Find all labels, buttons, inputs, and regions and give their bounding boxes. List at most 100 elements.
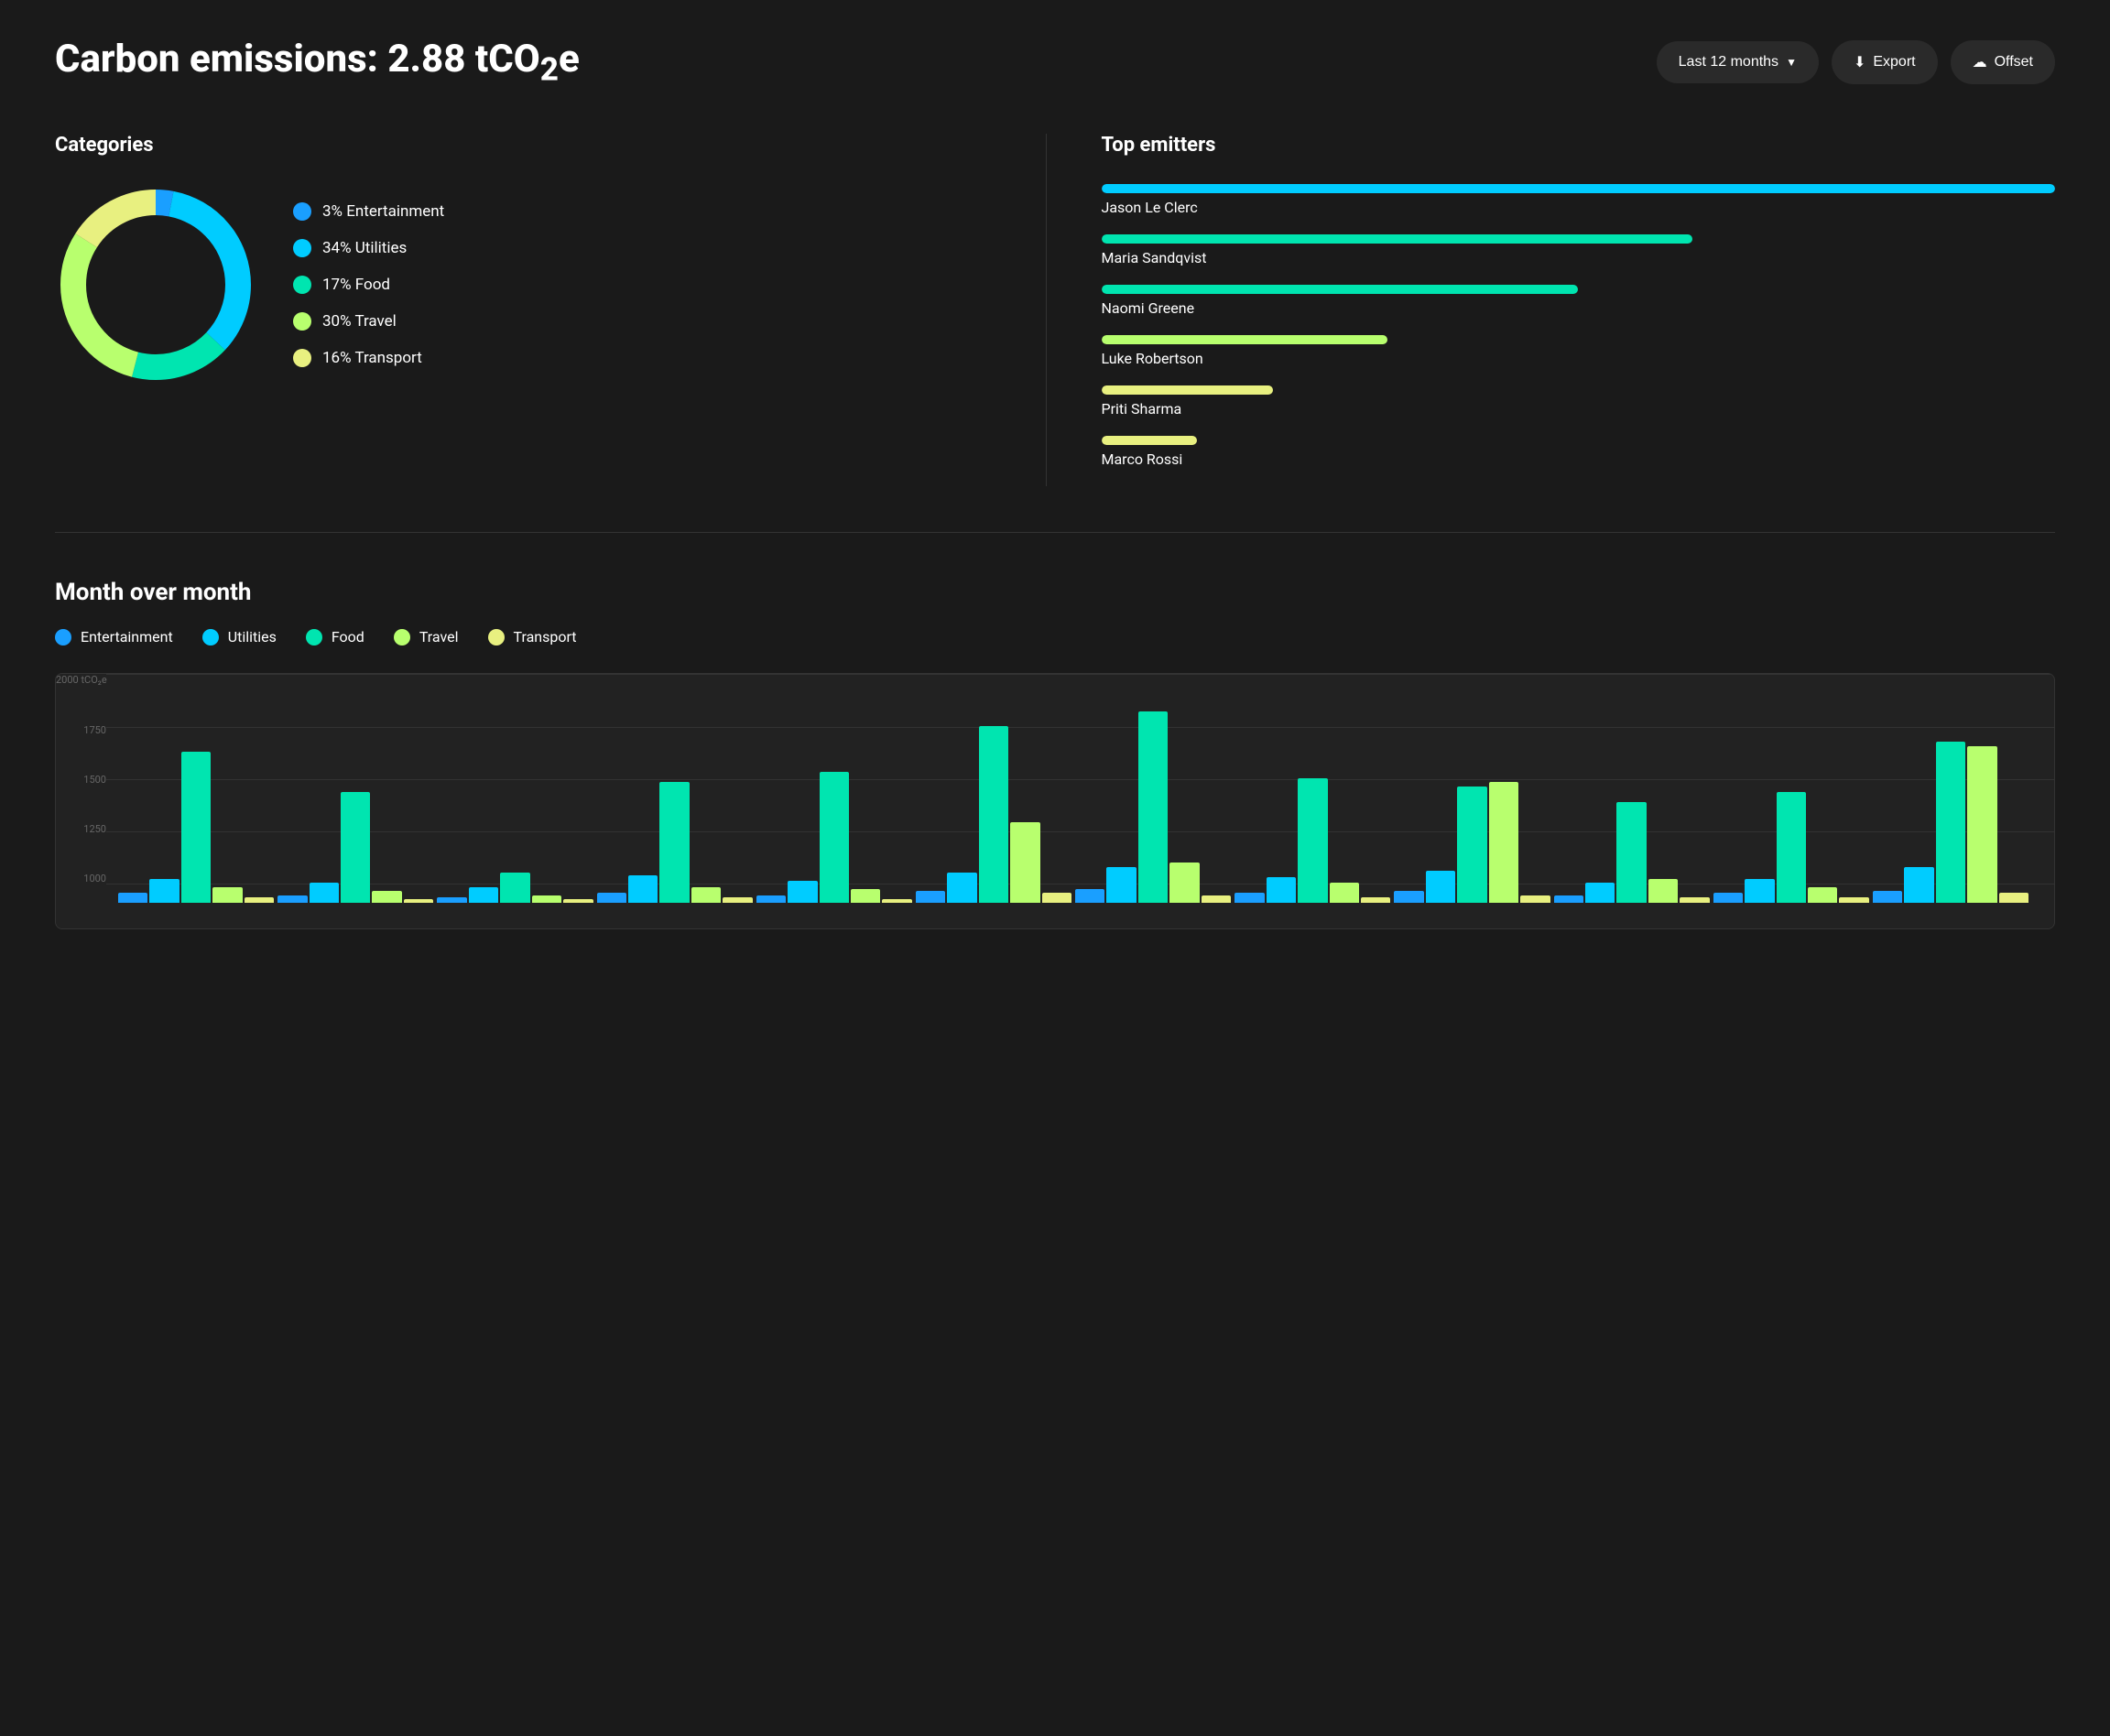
mom-legend: Entertainment Utilities Food Travel Tran… <box>55 628 2055 646</box>
legend-entertainment: 3% Entertainment <box>293 202 444 221</box>
bar <box>1169 863 1199 903</box>
food-dot <box>293 276 311 294</box>
emitter-bar-wrap <box>1102 385 2056 395</box>
emitters-title: Top emitters <box>1102 134 2056 157</box>
bar <box>1010 822 1039 903</box>
travel-dot <box>293 312 311 331</box>
export-button[interactable]: ⬇ Export <box>1832 40 1938 84</box>
bar <box>500 873 529 903</box>
emitters-panel: Top emitters Jason Le Clerc Maria Sandqv… <box>1047 134 2056 486</box>
bar <box>820 772 849 903</box>
bar <box>372 891 401 903</box>
mom-legend-item: Utilities <box>202 628 277 646</box>
bar <box>1967 746 1996 904</box>
page-title: Carbon emissions: 2.88 tCO2e <box>55 37 580 88</box>
mom-legend-label: Utilities <box>228 628 277 646</box>
emitters-list: Jason Le Clerc Maria Sandqvist Naomi Gre… <box>1102 184 2056 468</box>
emitter-bar-wrap <box>1102 234 2056 244</box>
emitter-bar <box>1102 436 1197 445</box>
month-group <box>597 782 753 903</box>
y-axis-label: 1250 <box>56 823 106 835</box>
emitter-bar <box>1102 285 1579 294</box>
entertainment-label: 3% Entertainment <box>322 202 444 221</box>
bar <box>1585 883 1615 903</box>
mom-legend-dot <box>202 629 219 646</box>
emitter-name: Naomi Greene <box>1102 299 2056 317</box>
period-selector[interactable]: Last 12 months ▼ <box>1657 41 1819 83</box>
bar <box>1106 867 1136 904</box>
bar <box>1426 871 1455 903</box>
header: Carbon emissions: 2.88 tCO2e Last 12 mon… <box>55 37 2055 88</box>
section-divider <box>55 532 2055 533</box>
bar <box>979 726 1008 904</box>
emitter-name: Priti Sharma <box>1102 400 2056 418</box>
bar <box>149 879 179 903</box>
bar <box>1520 895 1550 904</box>
entertainment-dot <box>293 202 311 221</box>
emitter-bar-wrap <box>1102 436 2056 445</box>
bar <box>882 899 911 903</box>
top-section: Categories <box>55 134 2055 486</box>
bar <box>118 893 147 903</box>
bar <box>1873 891 1902 903</box>
bar <box>851 889 880 903</box>
bar <box>1394 891 1423 903</box>
utilities-dot <box>293 239 311 257</box>
mom-legend-dot <box>55 629 71 646</box>
emitter-row: Marco Rossi <box>1102 436 2056 468</box>
bar <box>469 887 498 904</box>
header-controls: Last 12 months ▼ ⬇ Export ☁ Offset <box>1657 40 2055 84</box>
bar <box>1330 883 1359 903</box>
y-axis-label: 1000 <box>56 873 106 884</box>
period-label: Last 12 months <box>1679 54 1778 71</box>
mom-legend-label: Travel <box>419 628 459 646</box>
mom-legend-label: Food <box>332 628 364 646</box>
bar <box>277 895 307 904</box>
bar <box>947 873 976 903</box>
categories-panel: Categories <box>55 134 1047 486</box>
mom-legend-dot <box>488 629 505 646</box>
month-group <box>1234 778 1390 903</box>
bar <box>404 899 433 903</box>
month-group <box>1394 782 1550 903</box>
y-axis-label: 2000 tCO₂e <box>56 674 106 686</box>
bar <box>628 875 658 904</box>
month-group <box>277 792 433 903</box>
month-group <box>118 752 274 903</box>
bar <box>916 891 945 903</box>
bar <box>723 897 752 904</box>
bar <box>659 782 689 903</box>
food-label: 17% Food <box>322 276 390 294</box>
bar <box>1138 711 1168 903</box>
offset-button[interactable]: ☁ Offset <box>1951 40 2055 84</box>
bar <box>1680 897 1709 904</box>
emitter-bar-wrap <box>1102 285 2056 294</box>
mom-title: Month over month <box>55 579 2055 606</box>
emitter-bar <box>1102 184 2056 193</box>
emitter-name: Luke Robertson <box>1102 350 2056 367</box>
month-group <box>756 772 912 903</box>
y-axis-label: 1750 <box>56 724 106 736</box>
legend-food: 17% Food <box>293 276 444 294</box>
categories-title: Categories <box>55 134 1009 157</box>
bar <box>1808 887 1837 904</box>
bar <box>1298 778 1327 903</box>
month-group <box>1713 792 1869 903</box>
bar <box>788 881 817 903</box>
transport-dot <box>293 349 311 367</box>
emitter-row: Jason Le Clerc <box>1102 184 2056 216</box>
transport-label: 16% Transport <box>322 349 422 367</box>
emitter-bar <box>1102 335 1387 344</box>
bar-chart-wrapper: 2000 tCO₂e1750150012501000 <box>55 673 2055 929</box>
bar <box>1267 877 1296 904</box>
month-group <box>1075 711 1231 903</box>
emitter-row: Maria Sandqvist <box>1102 234 2056 266</box>
bar <box>1361 897 1390 904</box>
month-group <box>437 873 593 903</box>
bar <box>245 897 274 904</box>
emitter-name: Maria Sandqvist <box>1102 249 2056 266</box>
grid-line <box>106 674 2054 675</box>
bar <box>597 893 626 903</box>
bar <box>181 752 211 903</box>
categories-legend: 3% Entertainment 34% Utilities 17% Food … <box>293 202 444 367</box>
